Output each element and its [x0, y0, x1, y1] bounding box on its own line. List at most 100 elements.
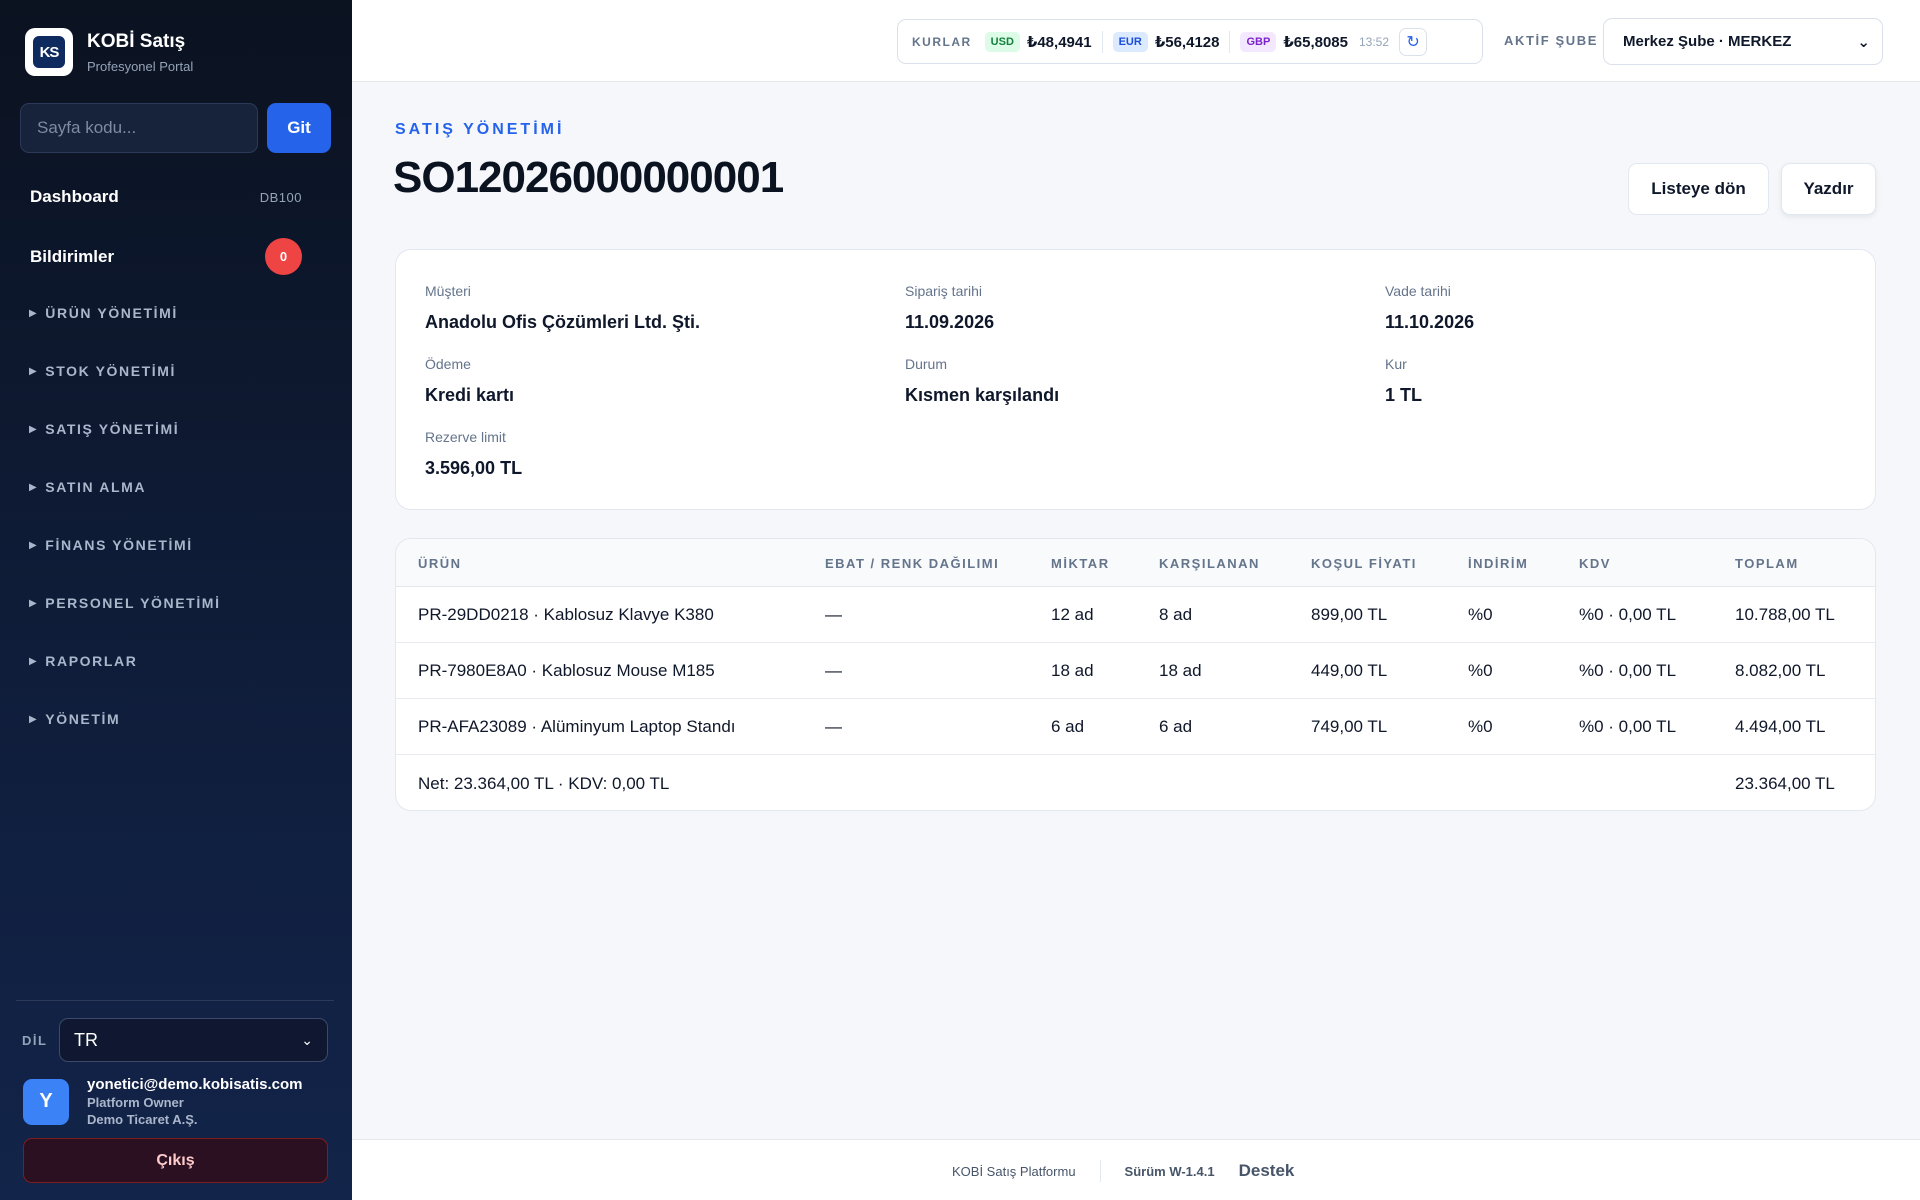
field-value: 11.09.2026: [905, 312, 995, 332]
table-row: PR-29DD0218 · Kablosuz Klavye K380 — 12 …: [396, 587, 1875, 643]
cell-product: PR-29DD0218 · Kablosuz Klavye K380: [418, 605, 714, 624]
rate-separator: [1229, 30, 1231, 53]
sidebar-group-label: SATIŞ YÖNETİMİ: [45, 421, 180, 437]
sidebar-group-satin-alma[interactable]: ▶ SATIN ALMA: [29, 479, 146, 495]
caret-right-icon: ▶: [29, 597, 39, 609]
chevron-down-icon: ⌄: [1857, 33, 1870, 51]
field-due-date: Vade tarihi 11.10.2026: [1385, 283, 1474, 333]
support-link[interactable]: Destek: [1239, 1161, 1295, 1181]
language-selector: DİL TR ⌄: [22, 1018, 328, 1062]
cell-total: 4.494,00 TL: [1735, 717, 1826, 736]
footer-platform: KOBİ Satış Platformu: [952, 1163, 1076, 1179]
cell-size-color: —: [825, 605, 842, 624]
section-eyebrow: SATIŞ YÖNETİMİ: [395, 121, 565, 138]
field-label: Rezerve limit: [425, 429, 506, 445]
back-to-list-button[interactable]: Listeye dön: [1628, 163, 1769, 215]
refresh-icon[interactable]: ↻: [1399, 27, 1428, 56]
caret-right-icon: ▶: [29, 539, 39, 551]
user-role: Platform Owner: [87, 1095, 184, 1110]
column-header: EBAT / RENK DAĞILIMI: [825, 556, 1000, 571]
user-email: yonetici@demo.kobisatis.com: [87, 1076, 303, 1093]
table-footer: Net: 23.364,00 TL · KDV: 0,00 TL 23.364,…: [396, 756, 1875, 810]
cell-vat: %0 · 0,00 TL: [1579, 605, 1677, 624]
order-info-card: Müşteri Anadolu Ofis Çözümleri Ltd. Şti.…: [395, 249, 1876, 510]
footer-content: KOBİ Satış Platformu Sürüm W-1.4.1 Deste…: [952, 1160, 1294, 1182]
language-select[interactable]: TR ⌄: [59, 1018, 328, 1062]
table-row: PR-AFA23089 · Alüminyum Laptop Standı — …: [396, 699, 1875, 755]
sidebar-item-dashboard[interactable]: Dashboard DB100: [30, 187, 302, 207]
sidebar-group-label: ÜRÜN YÖNETİMİ: [45, 305, 178, 321]
cell-product: PR-7980E8A0 · Kablosuz Mouse M185: [418, 661, 715, 680]
sidebar-group-label: FİNANS YÖNETİMİ: [45, 537, 193, 553]
logout-button[interactable]: Çıkış: [23, 1138, 328, 1183]
chevron-down-icon: ⌄: [301, 1031, 313, 1048]
field-value: Kredi kartı: [425, 385, 515, 405]
footer-summary: Net: 23.364,00 TL · KDV: 0,00 TL: [418, 774, 670, 793]
caret-right-icon: ▶: [29, 365, 39, 377]
caret-right-icon: ▶: [29, 307, 39, 319]
field-reserve-limit: Rezerve limit 3.596,00 TL: [425, 429, 522, 479]
sidebar-group-label: SATIN ALMA: [45, 479, 147, 495]
cell-price: 749,00 TL: [1311, 717, 1388, 736]
footer-total: 23.364,00 TL: [1735, 774, 1835, 793]
field-label: Müşteri: [425, 283, 471, 299]
field-customer: Müşteri Anadolu Ofis Çözümleri Ltd. Şti.: [425, 283, 700, 333]
sidebar-group-finans-yonetimi[interactable]: ▶ FİNANS YÖNETİMİ: [29, 537, 193, 553]
sidebar: KS KOBİ Satış Profesyonel Portal Git Das…: [0, 0, 352, 1200]
cell-discount: %0: [1468, 605, 1493, 624]
caret-right-icon: ▶: [29, 481, 39, 493]
sidebar-group-label: RAPORLAR: [45, 653, 138, 669]
caret-right-icon: ▶: [29, 713, 39, 725]
field-label: Sipariş tarihi: [905, 283, 983, 299]
sidebar-divider: [16, 1000, 334, 1001]
cell-vat: %0 · 0,00 TL: [1579, 661, 1677, 680]
cell-quantity: 6 ad: [1051, 717, 1085, 736]
cell-total: 10.788,00 TL: [1735, 605, 1835, 624]
topbar: KURLAR USD ₺48,4941 EUR ₺56,4128 GBP ₺65…: [352, 0, 1920, 82]
cell-size-color: —: [825, 717, 842, 736]
language-label: DİL: [22, 1032, 48, 1048]
order-lines-table: ÜRÜN EBAT / RENK DAĞILIMI MİKTAR KARŞILA…: [395, 538, 1876, 811]
goto-button[interactable]: Git: [267, 103, 331, 153]
cell-discount: %0: [1468, 717, 1493, 736]
brand-logo: KS: [25, 28, 73, 76]
sidebar-item-label: Bildirimler: [30, 246, 115, 266]
sidebar-group-label: PERSONEL YÖNETİMİ: [45, 595, 221, 611]
sidebar-item-code: DB100: [259, 189, 302, 205]
sidebar-item-notifications[interactable]: Bildirimler 0: [30, 238, 302, 275]
cell-price: 899,00 TL: [1311, 605, 1388, 624]
caret-right-icon: ▶: [29, 655, 39, 667]
rates-label: KURLAR: [912, 34, 972, 49]
brand-title: KOBİ Satış: [87, 30, 186, 52]
page-code-input[interactable]: [20, 103, 258, 153]
sidebar-group-urun-yonetimi[interactable]: ▶ ÜRÜN YÖNETİMİ: [29, 305, 178, 321]
active-branch-select[interactable]: Merkez Şube · MERKEZ ⌄: [1603, 18, 1883, 65]
rate-separator: [1101, 30, 1103, 53]
cell-fulfilled: 8 ad: [1159, 605, 1193, 624]
sidebar-group-raporlar[interactable]: ▶ RAPORLAR: [29, 653, 137, 669]
field-order-date: Sipariş tarihi 11.09.2026: [905, 283, 994, 333]
column-header: KOŞUL FİYATI: [1311, 556, 1417, 571]
cell-vat: %0 · 0,00 TL: [1579, 717, 1677, 736]
column-header: KARŞILANAN: [1159, 556, 1260, 571]
cell-fulfilled: 18 ad: [1159, 661, 1202, 680]
field-label: Vade tarihi: [1385, 283, 1451, 299]
brand[interactable]: KS KOBİ Satış Profesyonel Portal: [25, 28, 193, 76]
field-payment: Ödeme Kredi kartı: [425, 356, 514, 406]
sidebar-group-yonetim[interactable]: ▶ YÖNETİM: [29, 711, 120, 727]
sidebar-group-stok-yonetimi[interactable]: ▶ STOK YÖNETİMİ: [29, 363, 176, 379]
exchange-rates: KURLAR USD ₺48,4941 EUR ₺56,4128 GBP ₺65…: [897, 19, 1483, 64]
user-company: Demo Ticaret A.Ş.: [87, 1112, 198, 1127]
sidebar-item-label: Dashboard: [30, 187, 119, 206]
sidebar-group-personel-yonetimi[interactable]: ▶ PERSONEL YÖNETİMİ: [29, 595, 221, 611]
field-label: Durum: [905, 356, 948, 372]
field-value: 3.596,00 TL: [425, 458, 523, 478]
column-header: İNDİRİM: [1468, 556, 1529, 571]
sidebar-group-satis-yonetimi[interactable]: ▶ SATIŞ YÖNETİMİ: [29, 421, 179, 437]
sidebar-group-label: STOK YÖNETİMİ: [45, 363, 177, 379]
field-label: Ödeme: [425, 356, 471, 372]
field-value: 11.10.2026: [1385, 312, 1475, 332]
table-row: PR-7980E8A0 · Kablosuz Mouse M185 — 18 a…: [396, 643, 1875, 699]
page-code-form: Git: [20, 103, 331, 153]
print-button[interactable]: Yazdır: [1781, 163, 1876, 215]
